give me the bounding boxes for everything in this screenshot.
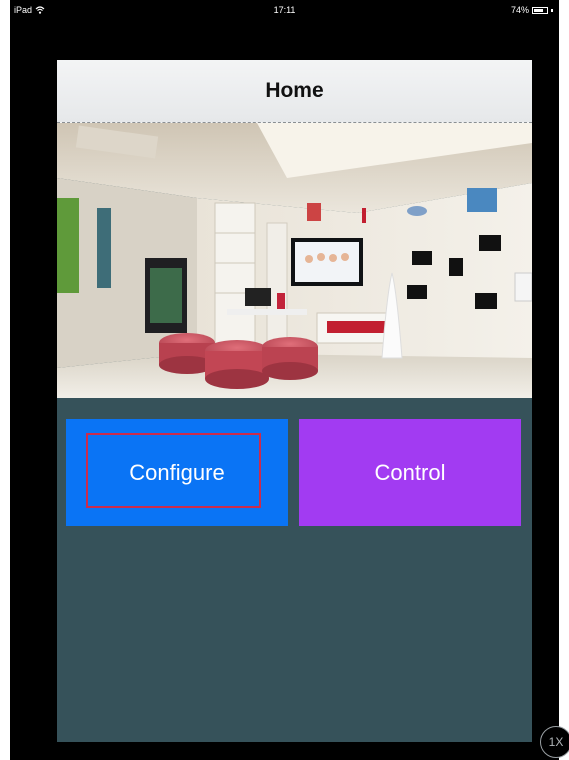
nav-bar: Home	[57, 60, 532, 123]
tv-icon	[295, 242, 359, 282]
battery-percent: 74%	[510, 5, 529, 15]
app-view: Home Configure Control	[57, 60, 532, 742]
page-title: Home	[265, 79, 324, 102]
battery-icon	[532, 6, 548, 14]
hero-image	[57, 123, 532, 398]
status-time: 17:11	[273, 5, 296, 15]
configure-button[interactable]: Configure	[66, 419, 288, 526]
battery-fill	[534, 8, 543, 12]
control-label: Control	[374, 459, 446, 485]
zoom-label: 1X	[548, 735, 564, 749]
status-bar: iPad 17:11 74%	[10, 0, 559, 20]
battery-cap	[551, 8, 553, 12]
status-right: 74%	[511, 5, 553, 15]
control-button[interactable]: Control	[299, 419, 521, 526]
device-screen: iPad 17:11 74% Home Configure Control	[10, 0, 559, 760]
zoom-1x-button[interactable]: 1X	[540, 726, 569, 758]
configure-label: Configure	[129, 459, 225, 485]
